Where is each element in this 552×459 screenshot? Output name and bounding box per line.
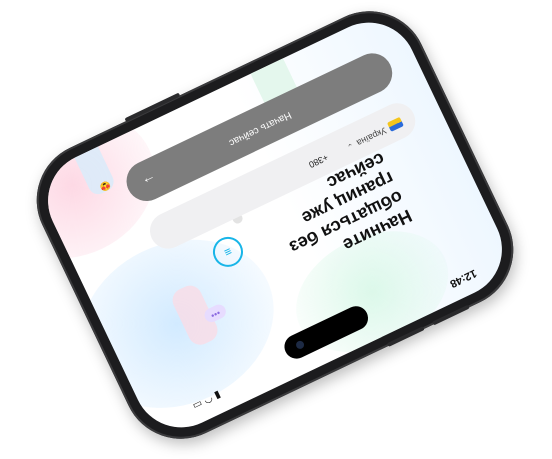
country-selector[interactable]: Україна⌄	[345, 117, 405, 153]
dial-code: +380	[307, 152, 330, 170]
country-name: Україна	[355, 125, 389, 149]
phone-screen: 12:48 ▮◠▭ ••• ≡ 😍 Начните общаться без г…	[32, 6, 518, 444]
camera-icon	[294, 339, 306, 351]
chevron-down-icon: ⌄	[345, 140, 356, 152]
ukraine-flag-icon	[387, 117, 405, 133]
status-time: 12:48	[447, 266, 479, 290]
phone-mockup: 12:48 ▮◠▭ ••• ≡ 😍 Начните общаться без г…	[17, 0, 533, 459]
status-icons: ▮◠▭	[188, 389, 222, 413]
app-screen: 12:48 ▮◠▭ ••• ≡ 😍 Начните общаться без г…	[32, 7, 518, 444]
